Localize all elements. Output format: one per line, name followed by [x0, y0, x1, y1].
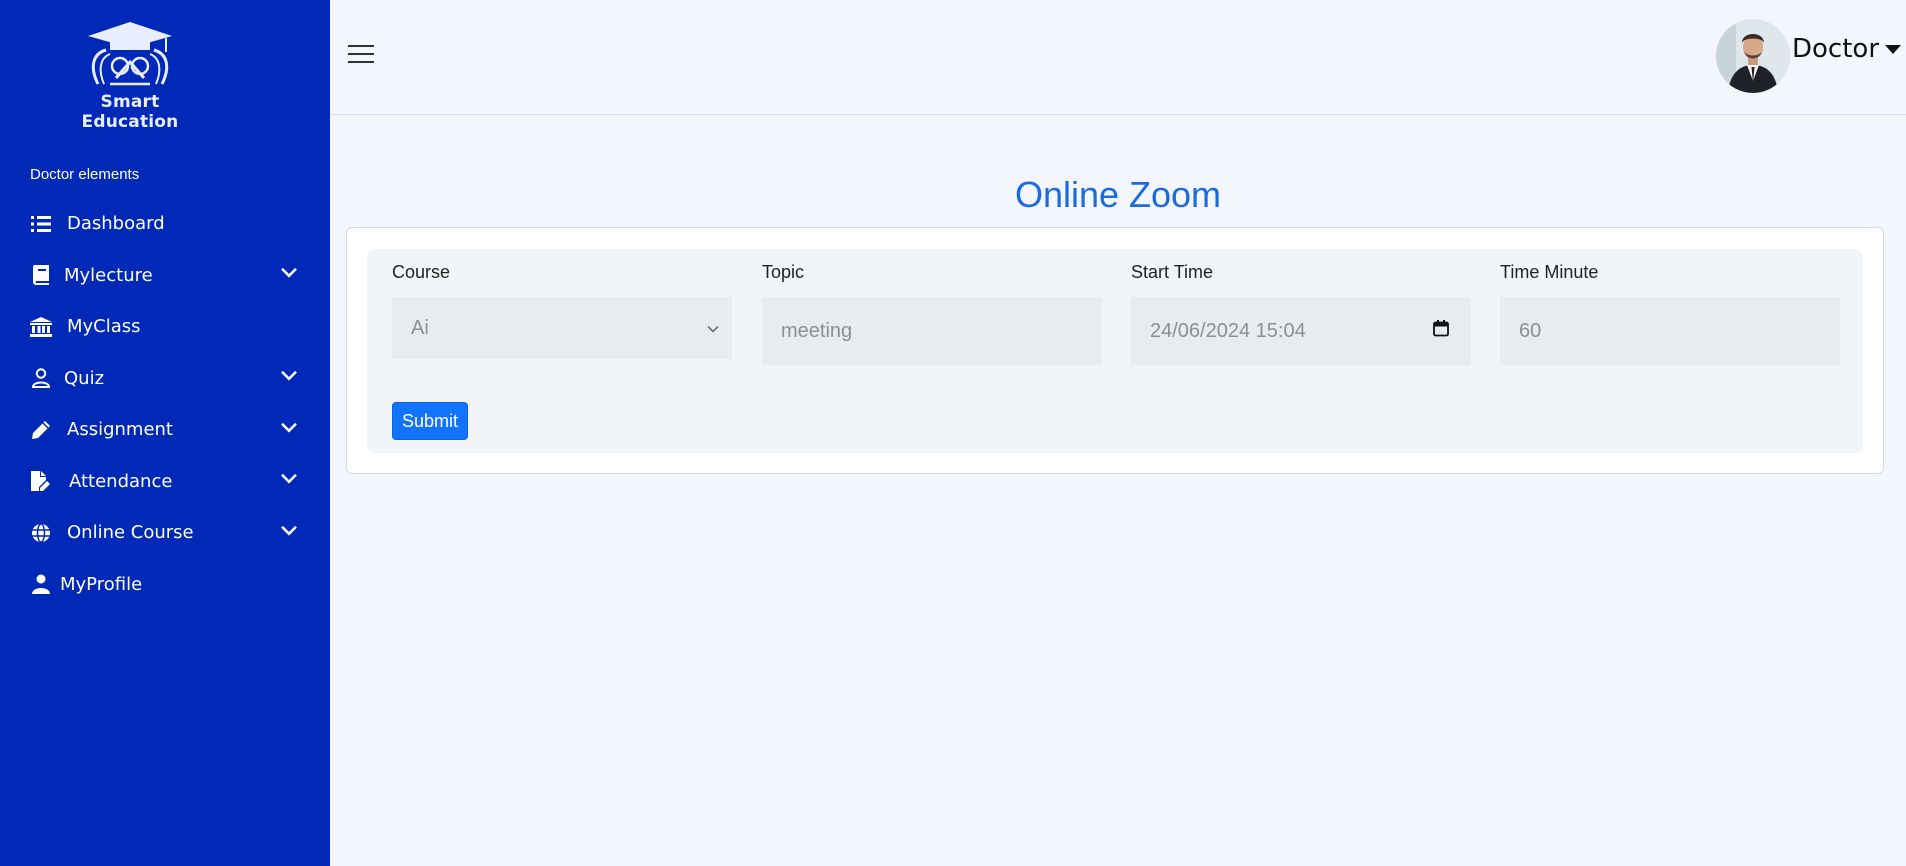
brand-name: Smart Education	[81, 92, 179, 132]
sidebar-item-label: Attendance	[69, 470, 173, 492]
sidebar-item-myprofile[interactable]: MyProfile	[0, 559, 330, 611]
start-time-label: Start Time	[1131, 262, 1214, 282]
sidebar-section-title: Doctor elements	[30, 166, 140, 183]
sidebar-item-label: Quiz	[64, 367, 105, 389]
sidebar-item-label: Mylecture	[64, 264, 153, 286]
sidebar-item-dashboard[interactable]: Dashboard	[0, 198, 330, 250]
zoom-form-card: Course Ai Topic meeting Start Time 24/06…	[346, 227, 1884, 474]
calendar-icon[interactable]	[1433, 320, 1449, 343]
course-select[interactable]: Ai	[392, 297, 732, 359]
user-name: Doctor	[1792, 34, 1880, 64]
sidebar-item-myclass[interactable]: MyClass	[0, 301, 330, 353]
top-header: Doctor	[330, 0, 1906, 115]
caret-down-icon	[1885, 44, 1902, 54]
submit-button[interactable]: Submit	[392, 402, 468, 440]
time-minute-value: 60	[1519, 319, 1542, 342]
sidebar-item-quiz[interactable]: Quiz	[0, 353, 330, 405]
topic-value: meeting	[781, 319, 853, 342]
sidebar-item-attendance[interactable]: Attendance	[0, 456, 330, 508]
course-selected-value: Ai	[411, 316, 429, 339]
sidebar-item-label: Online Course	[67, 522, 194, 544]
user-menu[interactable]: Doctor	[1792, 34, 1902, 64]
zoom-form: Course Ai Topic meeting Start Time 24/06…	[367, 249, 1863, 453]
sidebar-item-online-course[interactable]: Online Course	[0, 507, 330, 559]
graduation-cap-logo-icon	[88, 22, 172, 86]
sidebar-item-label: Assignment	[67, 419, 173, 441]
user-icon	[30, 573, 52, 595]
book-icon	[30, 264, 52, 286]
sidebar-item-assignment[interactable]: Assignment	[0, 404, 330, 456]
sidebar-item-mylecture[interactable]: Mylecture	[0, 250, 330, 302]
pencil-icon	[30, 419, 52, 441]
chevron-down-icon[interactable]	[278, 417, 300, 439]
bank-icon	[30, 316, 52, 338]
course-label: Course	[392, 262, 451, 282]
chevron-down-icon[interactable]	[278, 365, 300, 387]
sidebar-item-label: Dashboard	[67, 213, 165, 235]
brand-logo[interactable]: Smart Education	[50, 18, 210, 132]
topic-input[interactable]: meeting	[762, 297, 1102, 365]
hamburger-menu-icon[interactable]	[348, 45, 374, 65]
page-title: Online Zoom	[1014, 174, 1222, 215]
avatar[interactable]	[1716, 19, 1790, 93]
user-outline-icon	[30, 367, 52, 389]
chevron-down-icon[interactable]	[278, 468, 300, 490]
time-minute-label: Time Minute	[1500, 262, 1599, 282]
globe-icon	[30, 522, 52, 544]
chevron-down-icon	[706, 317, 720, 340]
time-minute-input[interactable]: 60	[1500, 297, 1840, 365]
start-time-input[interactable]: 24/06/2024 15:04	[1131, 297, 1471, 365]
chevron-down-icon[interactable]	[278, 520, 300, 542]
file-edit-icon	[30, 470, 52, 492]
start-time-value: 24/06/2024 15:04	[1150, 319, 1306, 342]
sidebar-nav: Dashboard Mylecture MyClass Quiz Assignm…	[0, 198, 330, 610]
topic-label: Topic	[762, 262, 805, 282]
list-icon	[30, 213, 52, 235]
sidebar-item-label: MyClass	[67, 316, 141, 338]
sidebar-item-label: MyProfile	[60, 573, 143, 595]
sidebar: Smart Education Doctor elements Dashboar…	[0, 0, 330, 866]
chevron-down-icon[interactable]	[278, 262, 300, 284]
